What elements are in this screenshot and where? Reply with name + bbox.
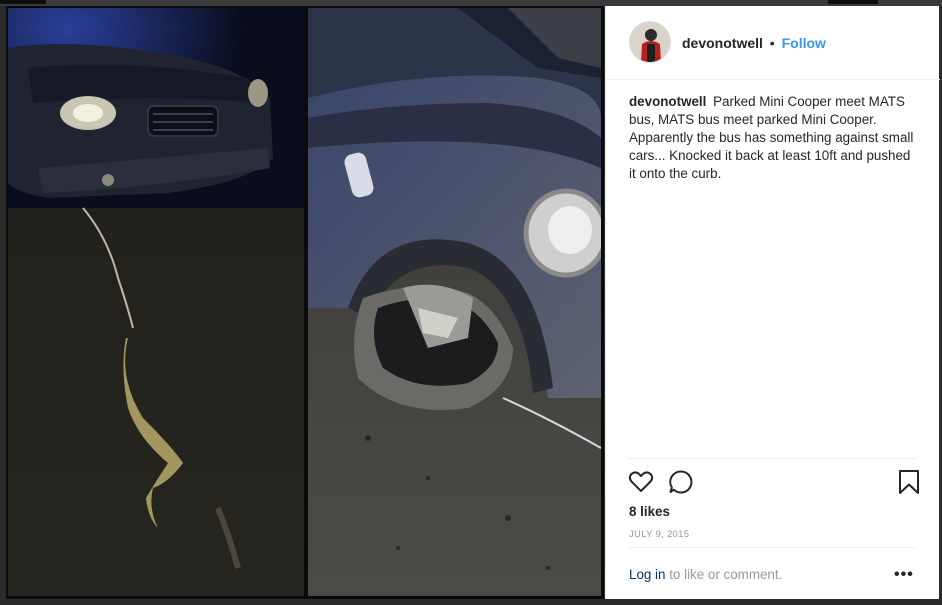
login-prompt: Log in to like or comment. (629, 567, 782, 582)
photo-right-panel (308, 8, 601, 596)
more-options-icon[interactable]: ••• (894, 566, 914, 584)
photo-left-panel (8, 8, 304, 596)
comment-icon[interactable] (667, 468, 695, 496)
follow-button[interactable]: Follow (782, 35, 826, 51)
post-photo[interactable] (6, 6, 604, 599)
divider (629, 547, 917, 548)
likes-count[interactable]: 8 likes (629, 504, 670, 519)
bookmark-icon[interactable] (895, 468, 923, 496)
heart-icon[interactable] (627, 468, 655, 496)
post-sidebar: devonotwell • Follow devonotwell Parked … (605, 6, 940, 599)
post-date: JULY 9, 2015 (629, 529, 690, 540)
post-caption: devonotwell Parked Mini Cooper meet MATS… (629, 93, 917, 183)
caption-username-link[interactable]: devonotwell (629, 94, 706, 109)
divider (629, 458, 917, 459)
login-link[interactable]: Log in (629, 567, 665, 582)
username-link[interactable]: devonotwell (682, 35, 763, 51)
login-prompt-text: to like or comment. (665, 567, 783, 582)
separator-dot: • (769, 35, 775, 51)
window-frame: devonotwell • Follow devonotwell Parked … (0, 0, 942, 605)
avatar[interactable] (629, 21, 671, 63)
header-line: devonotwell • Follow (682, 34, 826, 52)
post-header: devonotwell • Follow (606, 6, 940, 80)
